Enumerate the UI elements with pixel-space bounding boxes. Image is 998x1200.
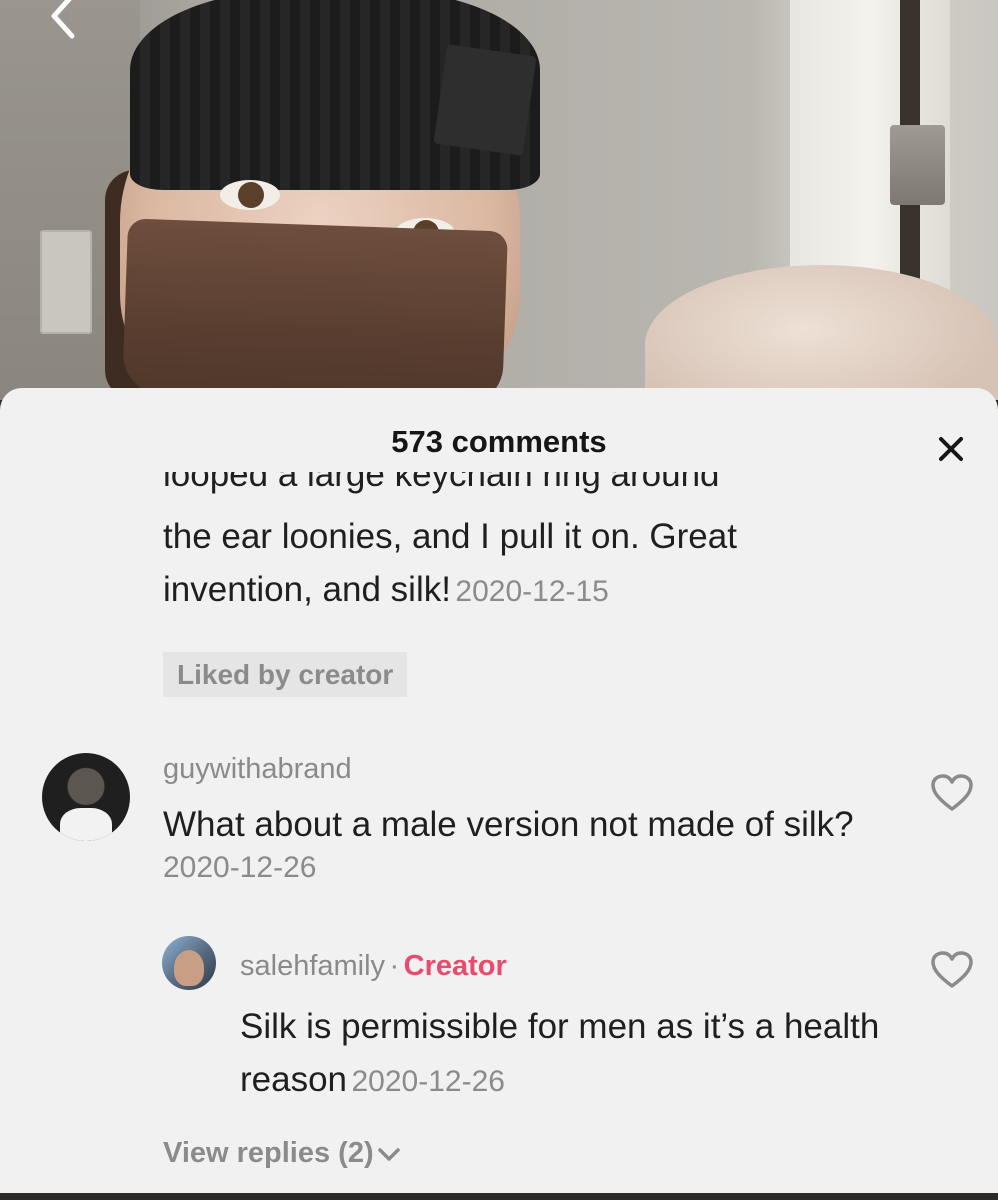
reply-body: Silk is permissible for men as it’s a he… (240, 1000, 880, 1106)
liked-by-creator-badge: Liked by creator (163, 652, 408, 697)
video-frame[interactable] (0, 0, 998, 400)
like-button[interactable] (930, 773, 974, 813)
eye-left (220, 180, 280, 210)
comments-count-title: 573 comments (391, 424, 607, 459)
avatar[interactable] (162, 936, 216, 990)
back-button[interactable] (40, 0, 90, 40)
face-mask (122, 218, 508, 400)
comment-text-cut: looped a large keychain ring around (163, 472, 720, 494)
comment-date: 2020-12-26 (163, 851, 317, 884)
reply-username[interactable]: salehfamily (240, 950, 385, 982)
door-hinge (890, 125, 945, 205)
comment-text: What about a male version not made of si… (163, 805, 854, 844)
chevron-left-icon (51, 0, 75, 39)
beanie-patch (433, 44, 537, 156)
separator-dot: · (389, 950, 400, 982)
light-switch (40, 230, 92, 334)
comment-username[interactable]: guywithabrand (163, 753, 352, 786)
comment-date: 2020-12-15 (455, 575, 609, 608)
close-button[interactable] (928, 426, 974, 472)
view-replies-label: View replies (2) (163, 1137, 374, 1169)
reply-text: Silk is permissible for men as it’s a he… (240, 1007, 880, 1099)
comment-partial: looped a large keychain ring around the … (163, 472, 863, 616)
comment-cut-line: looped a large keychain ring around (163, 472, 863, 510)
comments-sheet: 573 comments looped a large keychain rin… (0, 388, 998, 1193)
reply-header: salehfamily · Creator (240, 950, 507, 983)
creator-tag: Creator (403, 950, 507, 982)
comment-text: the ear loonies, and I pull it on. Great… (163, 517, 737, 609)
heart-outline-icon (931, 774, 973, 811)
chevron-down-icon (377, 1148, 400, 1162)
reply-date: 2020-12-26 (351, 1065, 505, 1098)
close-icon (939, 437, 963, 461)
avatar[interactable] (42, 753, 130, 841)
view-replies-button[interactable]: View replies (2) (163, 1137, 402, 1170)
heart-outline-icon (931, 951, 973, 988)
comment-body: What about a male version not made of si… (163, 798, 883, 885)
like-button[interactable] (930, 950, 974, 990)
